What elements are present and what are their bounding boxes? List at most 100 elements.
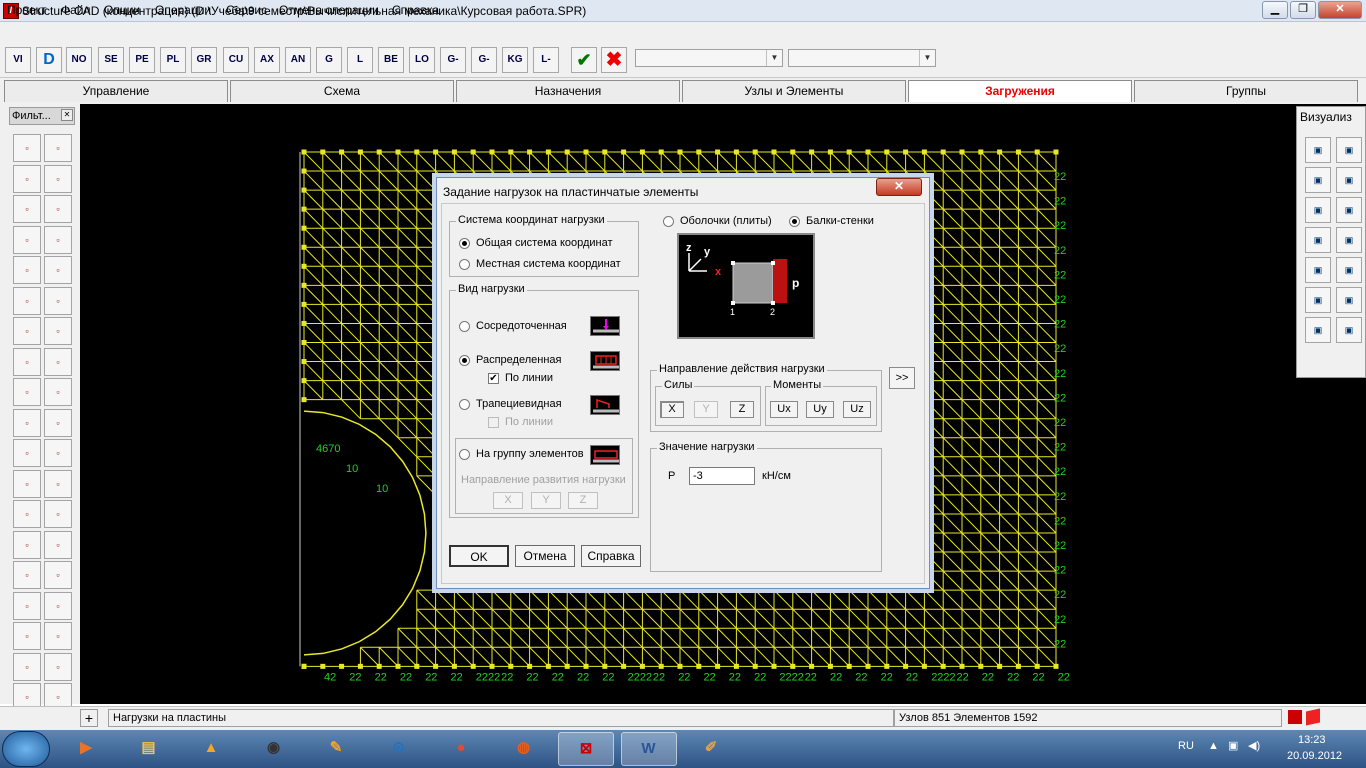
more-button[interactable]: >>: [889, 367, 915, 389]
chat-icon[interactable]: ✎: [308, 732, 364, 766]
load-m2-icon[interactable]: ▫: [44, 408, 72, 437]
bar-i-icon[interactable]: ▫: [13, 195, 41, 223]
plus-icon[interactable]: +: [80, 709, 98, 727]
cross-icon[interactable]: ✖: [601, 47, 627, 73]
word-icon[interactable]: W: [620, 732, 677, 766]
start-button[interactable]: [2, 731, 50, 767]
select-icon[interactable]: SE: [98, 47, 124, 73]
load-icon[interactable]: LO: [409, 47, 435, 73]
axes-icon[interactable]: AX: [254, 47, 280, 73]
print-icon[interactable]: ▣: [1336, 287, 1362, 313]
bar-te-icon[interactable]: ▫: [13, 256, 41, 284]
vlc-icon[interactable]: ▲: [183, 732, 239, 766]
moment-uy-button[interactable]: Uy: [806, 401, 834, 418]
table2-icon[interactable]: ▫: [44, 500, 72, 528]
menu-operations[interactable]: Операции: [155, 3, 211, 17]
radio-local-coords[interactable]: [459, 259, 470, 270]
bar-c-icon[interactable]: ▫: [13, 622, 41, 650]
pivot-icon[interactable]: ▫: [13, 439, 41, 467]
L-icon[interactable]: L: [347, 47, 373, 73]
bar-n-icon[interactable]: ▫: [13, 591, 41, 620]
bar-r-icon[interactable]: ▫: [44, 256, 72, 284]
plate-icon[interactable]: PL: [160, 47, 186, 73]
minimize-button[interactable]: ▁: [1262, 1, 1288, 19]
along-line-checkbox[interactable]: ✔: [488, 373, 499, 384]
radio-global-coords[interactable]: [459, 238, 470, 249]
media-player-icon[interactable]: ▶: [58, 732, 114, 766]
bar-ne-icon[interactable]: ▫: [13, 225, 41, 254]
menu-project[interactable]: Проект: [7, 3, 47, 17]
G-kL-icon[interactable]: G-: [471, 47, 497, 73]
close-icon[interactable]: ✕: [61, 109, 73, 121]
force-z-button[interactable]: Z: [730, 401, 754, 418]
cancel-button[interactable]: Отмена: [515, 545, 575, 567]
radio-distributed[interactable]: [459, 355, 470, 366]
layers-icon[interactable]: ▫: [13, 561, 41, 589]
tab-groups[interactable]: Группы: [1134, 80, 1358, 102]
dev-x-button[interactable]: X: [493, 492, 523, 509]
node-icon[interactable]: ▫: [13, 469, 41, 498]
tray-expand-icon[interactable]: ▲: [1208, 740, 1219, 752]
volume-icon[interactable]: ◀): [1248, 739, 1260, 752]
dot-grid-icon[interactable]: ▫: [13, 652, 41, 681]
table-icon[interactable]: ▫: [13, 500, 41, 528]
cross-icon[interactable]: ▫: [13, 317, 41, 345]
grid-icon[interactable]: ▫: [44, 469, 72, 498]
clock-time[interactable]: 13:23: [1298, 734, 1326, 746]
hatch2-icon[interactable]: ▫: [44, 347, 72, 376]
G-L-icon[interactable]: G-: [440, 47, 466, 73]
force-x-button[interactable]: X: [660, 401, 684, 418]
menu-help[interactable]: Справка: [392, 3, 439, 17]
load-f2-icon[interactable]: ▫: [44, 378, 72, 406]
views-icon[interactable]: VI: [5, 47, 31, 73]
lira-icon[interactable]: ⊠: [558, 732, 614, 766]
menu-file[interactable]: Файл: [61, 3, 91, 17]
rotate-z-icon[interactable]: ▣: [1305, 167, 1331, 193]
truss-icon[interactable]: ▫: [13, 286, 41, 315]
menu-service[interactable]: Сервис: [226, 3, 267, 17]
tab-control[interactable]: Управление: [4, 80, 228, 102]
tab-nodes-elements[interactable]: Узлы и Элементы: [682, 80, 906, 102]
trap-line-checkbox[interactable]: [488, 417, 499, 428]
combo-box-2[interactable]: ▼: [788, 49, 936, 67]
grid-red-icon[interactable]: ▣: [1336, 317, 1362, 343]
frame2-icon[interactable]: ▣: [1336, 257, 1362, 283]
paint-icon[interactable]: ✐: [683, 732, 739, 766]
moment-uz-button[interactable]: Uz: [843, 401, 871, 418]
bar-ng-icon[interactable]: ▫: [44, 225, 72, 254]
firefox-icon[interactable]: ◍: [496, 732, 552, 766]
axis-icon[interactable]: ▫: [44, 561, 72, 589]
p-value-input[interactable]: -3: [689, 467, 755, 485]
tab-loads[interactable]: Загружения: [908, 80, 1132, 102]
radio-shells[interactable]: [663, 216, 674, 227]
ok-button[interactable]: OK: [449, 545, 509, 567]
maximize-button[interactable]: ❐: [1290, 1, 1316, 19]
rotate-y-icon[interactable]: ▣: [1336, 167, 1362, 193]
load-m-icon[interactable]: ▫: [13, 408, 41, 437]
check-icon[interactable]: ✔: [571, 47, 597, 73]
box-front-icon[interactable]: ▣: [1305, 197, 1331, 223]
network-icon[interactable]: ▣: [1228, 739, 1238, 752]
hatch-icon[interactable]: ▫: [13, 347, 41, 376]
bar-i2-icon[interactable]: ▫: [44, 195, 72, 223]
cube-icon[interactable]: ▫: [13, 164, 41, 193]
beam-icon[interactable]: BE: [378, 47, 404, 73]
menu-undo[interactable]: Отмена операции: [279, 3, 379, 17]
select-frame-icon[interactable]: ▣: [1305, 317, 1331, 343]
D-icon[interactable]: D: [36, 47, 62, 73]
rotate-x-icon[interactable]: ▣: [1336, 137, 1362, 163]
radio-walls[interactable]: [789, 216, 800, 227]
close-button[interactable]: ✕: [1318, 1, 1362, 19]
moment-ux-button[interactable]: Ux: [770, 401, 798, 418]
bar-g-icon[interactable]: ▫: [44, 591, 72, 620]
red-grid-icon[interactable]: ▫: [44, 652, 72, 681]
dev-y-button[interactable]: Y: [531, 492, 561, 509]
cube-icon[interactable]: CU: [223, 47, 249, 73]
box-side-icon[interactable]: ▣: [1336, 197, 1362, 223]
radio-trapezoid[interactable]: [459, 399, 470, 410]
eraser-icon[interactable]: ▫: [44, 134, 72, 162]
dialog-close-button[interactable]: ✕: [876, 178, 922, 196]
box-iso2-icon[interactable]: ▣: [1336, 227, 1362, 253]
menu-options[interactable]: Опции: [104, 3, 140, 17]
media-center-icon[interactable]: ◉: [246, 732, 302, 766]
